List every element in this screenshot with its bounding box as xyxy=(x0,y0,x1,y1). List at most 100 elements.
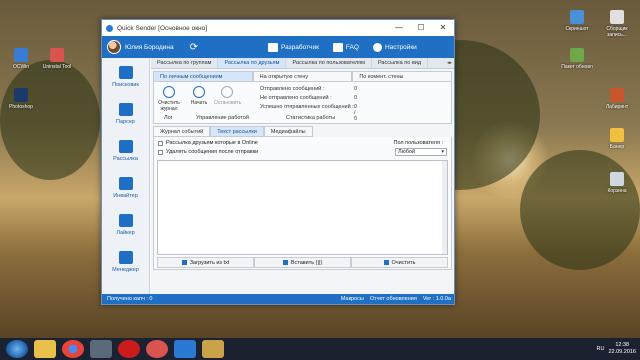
sidebar-item-label: Рассылка xyxy=(113,155,138,162)
recycle-bin-icon xyxy=(610,172,624,186)
recorder-icon xyxy=(610,10,624,24)
desktop-icon[interactable]: Photoshop xyxy=(2,88,40,110)
sidebar-item-label: Лайкер xyxy=(116,229,135,236)
desktop-icon[interactable]: Банер xyxy=(598,128,636,150)
stop-icon xyxy=(221,86,233,98)
opera-icon[interactable] xyxy=(118,340,140,358)
refresh-icon[interactable]: ⟳ xyxy=(190,42,198,53)
desktop-icon[interactable]: Пакет обновл xyxy=(558,48,596,70)
desktop-icon[interactable]: Лабиринт xyxy=(598,88,636,110)
settings-button[interactable]: Настройки xyxy=(372,42,417,52)
main-area: Рассылка по группам Рассылка по друзьям … xyxy=(151,58,454,294)
desktop-icon[interactable]: Корзина xyxy=(598,172,636,194)
message-text-area[interactable] xyxy=(157,160,448,255)
system-tray: RU 12:38 22.09.2016 xyxy=(597,342,640,356)
load-txt-label: Загрузить из txt xyxy=(189,260,230,266)
start-button[interactable] xyxy=(6,340,28,358)
tab-event-log[interactable]: Журнал событий xyxy=(153,126,211,137)
sidebar-item-liker[interactable]: Лайкер xyxy=(102,206,149,243)
faq-button[interactable]: FAQ xyxy=(332,42,359,52)
desktop-icon[interactable]: Скриншот xyxy=(558,10,596,32)
tab-video[interactable]: Рассылка по вид xyxy=(372,58,429,68)
language-indicator[interactable]: RU xyxy=(597,346,605,352)
tab-open-wall[interactable]: На открытую стену xyxy=(252,71,353,82)
person-icon xyxy=(118,250,133,264)
stat-not-sent: Не отправлено сообщений : 0 xyxy=(260,95,357,101)
clear-label: Очистить xyxy=(391,260,416,266)
search-icon xyxy=(118,65,133,79)
gender-select[interactable]: Любой ▾ xyxy=(395,148,447,156)
sidebar-item-inviter[interactable]: Инвайтер xyxy=(102,169,149,206)
developer-button[interactable]: Разработчик xyxy=(268,42,319,52)
update-report-link[interactable]: Отчет обновления xyxy=(370,296,417,302)
desktop-icon-label: Корзина xyxy=(607,188,627,194)
insert-icon xyxy=(282,260,288,266)
control-row: Очистить журнал Начать Остановить Лог Уп… xyxy=(153,82,452,124)
quick-sender-window: Quick Sender [Основное окно] — ☐ ✕ Юлия … xyxy=(101,19,455,305)
chevron-down-icon: ▾ xyxy=(441,149,444,155)
developer-label: Разработчик xyxy=(281,43,319,51)
tab-scroll-arrows[interactable]: ◂▸ xyxy=(445,58,454,68)
clock[interactable]: 12:38 22.09.2016 xyxy=(608,342,636,356)
tab-mailing-text[interactable]: Текст рассылки xyxy=(210,126,264,137)
online-friends-label: Рассылка друзьям которые в Online xyxy=(166,140,258,146)
chrome-icon[interactable] xyxy=(62,340,84,358)
desktop-icon[interactable]: OCWin xyxy=(2,48,40,70)
explorer-icon[interactable] xyxy=(34,340,56,358)
minimize-button[interactable]: — xyxy=(388,20,410,36)
sidebar-item-manager[interactable]: Менеджер xyxy=(102,243,149,280)
record-icon[interactable] xyxy=(146,340,168,358)
stats-group-label: Статистика работы xyxy=(286,115,336,121)
macros-link[interactable]: Макросы xyxy=(341,296,364,302)
clear-log-button[interactable]: Очистить журнал xyxy=(156,86,182,112)
stat-success: Успешно отправленных сообщений : 0 / 0 xyxy=(260,104,357,122)
tab-users[interactable]: Рассылка по пользователям xyxy=(286,58,372,68)
tab-media-files[interactable]: Медиафайлы xyxy=(263,126,313,137)
tab-private-messages[interactable]: По личным сообщениям xyxy=(153,71,253,82)
desktop-icon[interactable]: Сборщик запись... xyxy=(598,10,636,38)
tab-wall-comments[interactable]: По комент. стены xyxy=(352,71,453,82)
delete-after-send-checkbox[interactable]: Удалять сообщения после отправки xyxy=(158,149,258,155)
tab-groups[interactable]: Рассылка по группам xyxy=(151,58,219,68)
folder-icon[interactable] xyxy=(202,340,224,358)
online-friends-checkbox[interactable]: Рассылка друзьям которые в Online xyxy=(158,140,258,146)
sidebar-item-label: Менеджер xyxy=(112,266,139,273)
megaphone-icon xyxy=(118,102,133,116)
desktop-icon-label: Скриншот xyxy=(565,26,589,32)
avatar[interactable] xyxy=(107,40,121,54)
sidebar-item-mailing[interactable]: Рассылка xyxy=(102,132,149,169)
faq-label: FAQ xyxy=(345,43,359,51)
load-txt-button[interactable]: Загрузить из txt xyxy=(157,257,254,268)
sidebar-item-label: Парсер xyxy=(116,118,135,125)
stat-sent-label: Отправлено сообщений : xyxy=(260,86,325,92)
title-bar[interactable]: Quick Sender [Основное окно] — ☐ ✕ xyxy=(102,20,454,36)
quick-sender-taskbar-icon[interactable] xyxy=(174,340,196,358)
start-label: Начать xyxy=(190,100,208,106)
clear-button[interactable]: Очистить xyxy=(351,257,448,268)
sidebar-item-search[interactable]: Поиск­овик xyxy=(102,58,149,95)
window-title: Quick Sender [Основное окно] xyxy=(117,24,208,32)
checkbox-box xyxy=(158,140,163,146)
sidebar-item-parser[interactable]: Парсер xyxy=(102,95,149,132)
start-button[interactable]: Начать xyxy=(186,86,212,106)
sidebar-item-label: Поиск­овик xyxy=(112,81,139,88)
sidebar-item-label: Инвайтер xyxy=(113,192,138,199)
desktop-icon-label: Photoshop xyxy=(9,104,33,110)
tree xyxy=(520,150,640,270)
thumb-up-icon xyxy=(118,176,133,190)
sub-tabs: По личным сообщениям На открытую стену П… xyxy=(153,71,453,82)
labyrinth-icon xyxy=(610,88,624,102)
gear-icon xyxy=(372,42,382,52)
app-icon[interactable] xyxy=(90,340,112,358)
banner-icon xyxy=(610,128,624,142)
insert-button[interactable]: Вставить {||} xyxy=(254,257,351,268)
scrollbar[interactable] xyxy=(442,161,447,254)
tab-friends[interactable]: Рассылка по друзьям xyxy=(218,58,287,68)
maximize-button[interactable]: ☐ xyxy=(410,20,432,36)
user-name[interactable]: Юлия Бородина xyxy=(125,44,174,51)
desktop-icon[interactable]: Uninstal Tool xyxy=(38,48,76,70)
close-button[interactable]: ✕ xyxy=(432,20,454,36)
checkbox-box xyxy=(158,149,163,155)
stop-button[interactable]: Остановить xyxy=(214,86,241,106)
stat-not-sent-label: Не отправлено сообщений : xyxy=(260,95,332,101)
